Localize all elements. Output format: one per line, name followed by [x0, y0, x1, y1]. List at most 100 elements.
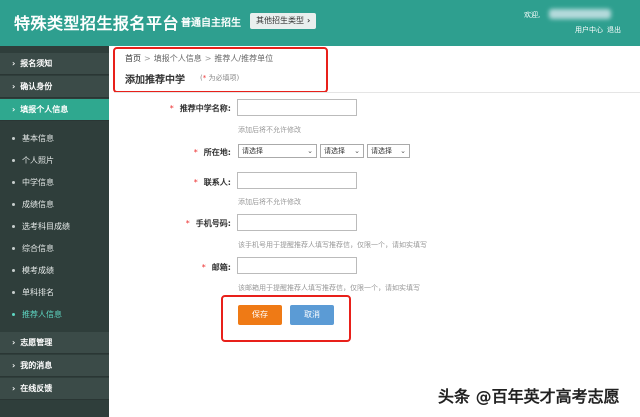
- sidebar-item-basic-info[interactable]: 基本信息: [0, 128, 109, 150]
- required-star: *: [169, 104, 174, 113]
- admission-mode-label: 普通自主招生: [181, 18, 241, 29]
- location-label: * 所在地:: [158, 147, 231, 158]
- contact-label: * 联系人:: [158, 177, 231, 188]
- sidebar-item-label: 个人照片: [22, 156, 54, 165]
- sidebar-group-registration-notice[interactable]: › 报名须知: [0, 53, 109, 75]
- sidebar-group-feedback[interactable]: › 在线反馈: [0, 378, 109, 400]
- divider: [115, 92, 640, 93]
- sidebar-item-label: 模考成绩: [22, 266, 54, 275]
- email-label-text: 邮箱:: [211, 263, 231, 272]
- bullet-icon: [12, 181, 15, 184]
- email-input[interactable]: [237, 257, 357, 274]
- breadcrumb-separator-icon: >: [204, 54, 212, 63]
- top-header: 特殊类型招生报名平台 普通自主招生 其他招生类型 › 欢迎, 用户中心 退出: [0, 0, 640, 46]
- breadcrumb-personal-info[interactable]: 填报个人信息: [154, 54, 202, 63]
- logout-link[interactable]: 退出: [607, 26, 621, 34]
- school-name-label-text: 推荐中学名称:: [179, 104, 231, 113]
- breadcrumb: 首页 > 填报个人信息 > 推荐人/推荐单位: [125, 53, 273, 64]
- sidebar-group-label: 我的消息: [20, 361, 53, 370]
- sidebar-item-elective-scores[interactable]: 选考科目成绩: [0, 216, 109, 238]
- province-select-value: 请选择: [242, 147, 263, 155]
- bullet-icon: [12, 225, 15, 228]
- city-select-value: 请选择: [324, 147, 345, 155]
- required-note-text: 为必填项: [208, 74, 237, 82]
- bullet-icon: [12, 247, 15, 250]
- required-star: *: [193, 178, 198, 187]
- breadcrumb-current: 推荐人/推荐单位: [214, 54, 274, 63]
- app-title: 特殊类型招生报名平台: [14, 14, 180, 33]
- required-star: *: [201, 263, 206, 272]
- watermark-text: 头条 @百年英才高考志愿: [438, 387, 620, 406]
- sidebar-item-photo[interactable]: 个人照片: [0, 150, 109, 172]
- email-hint: 该邮箱用于提醒推荐人填写推荐信，仅限一个，请如实填写: [238, 284, 420, 292]
- sidebar-group-application-management[interactable]: › 志愿管理: [0, 332, 109, 354]
- district-select[interactable]: 请选择 ⌄: [367, 144, 410, 158]
- bullet-icon: [12, 291, 15, 294]
- chevron-down-icon: ⌄: [354, 147, 360, 155]
- other-types-button-label: 其他招生类型: [256, 16, 304, 25]
- province-select[interactable]: 请选择 ⌄: [238, 144, 317, 158]
- school-name-hint: 添加后将不允许修改: [238, 126, 301, 134]
- user-links: 用户中心 退出: [575, 25, 625, 35]
- chevron-down-icon: ⌄: [307, 147, 313, 155]
- location-label-text: 所在地:: [203, 148, 231, 157]
- sidebar-item-general-info[interactable]: 综合信息: [0, 238, 109, 260]
- contact-input[interactable]: [237, 172, 357, 189]
- sidebar-item-label: 基本信息: [22, 134, 54, 143]
- blurred-username: [549, 9, 611, 19]
- city-select[interactable]: 请选择 ⌄: [320, 144, 364, 158]
- school-name-label: * 推荐中学名称:: [158, 103, 231, 114]
- sidebar-item-school-info[interactable]: 中学信息: [0, 172, 109, 194]
- chevron-right-icon: ›: [12, 82, 16, 91]
- contact-hint: 添加后将不允许修改: [238, 198, 301, 206]
- breadcrumb-home[interactable]: 首页: [125, 54, 141, 63]
- sidebar-item-label: 单科排名: [22, 288, 54, 297]
- chevron-right-icon: ›: [12, 59, 16, 68]
- chevron-down-icon: ⌄: [400, 147, 406, 155]
- required-star: *: [185, 219, 190, 228]
- email-label: * 邮箱:: [158, 262, 231, 273]
- contact-label-text: 联系人:: [203, 178, 231, 187]
- page-title: 添加推荐中学: [125, 75, 185, 86]
- sidebar-group-label: 确认身份: [20, 82, 53, 91]
- school-name-input[interactable]: [237, 99, 357, 116]
- sidebar-item-label: 选考科目成绩: [22, 222, 70, 231]
- sidebar-item-subject-ranking[interactable]: 单科排名: [0, 282, 109, 304]
- sidebar-group-confirm-identity[interactable]: › 确认身份: [0, 76, 109, 98]
- required-note: (* 为必填项): [200, 74, 240, 82]
- phone-hint: 该手机号用于提醒推荐人填写推荐信，仅限一个，请如实填写: [238, 241, 427, 249]
- sidebar-group-messages[interactable]: › 我的消息: [0, 355, 109, 377]
- sidebar-item-scores[interactable]: 成绩信息: [0, 194, 109, 216]
- other-types-button[interactable]: 其他招生类型 ›: [250, 13, 317, 29]
- user-center-link[interactable]: 用户中心: [575, 26, 603, 34]
- sidebar-item-label: 中学信息: [22, 178, 54, 187]
- bullet-icon: [12, 159, 15, 162]
- cancel-button[interactable]: 取消: [290, 305, 334, 325]
- sidebar-item-label: 成绩信息: [22, 200, 54, 209]
- required-star: *: [193, 148, 198, 157]
- bullet-icon: [12, 313, 15, 316]
- phone-input[interactable]: [237, 214, 357, 231]
- district-select-value: 请选择: [371, 147, 392, 155]
- chevron-right-icon: ›: [12, 361, 16, 370]
- required-star: *: [202, 74, 207, 82]
- sidebar-item-label: 推荐人信息: [22, 310, 62, 319]
- sidebar-group-personal-info[interactable]: › 填报个人信息: [0, 99, 109, 121]
- sidebar: › 报名须知 › 确认身份 › 填报个人信息 基本信息 个人照片 中学信息 成绩信息 …: [0, 46, 109, 417]
- chevron-down-icon: ›: [12, 105, 16, 114]
- phone-label: * 手机号码:: [158, 218, 231, 229]
- chevron-right-icon: ›: [307, 16, 311, 25]
- sidebar-item-recommender-info[interactable]: 推荐人信息: [0, 304, 109, 326]
- sidebar-item-label: 综合信息: [22, 244, 54, 253]
- phone-label-text: 手机号码:: [195, 219, 231, 228]
- sidebar-item-mock-scores[interactable]: 模考成绩: [0, 260, 109, 282]
- welcome-text: 欢迎,: [524, 11, 541, 19]
- chevron-right-icon: ›: [12, 384, 16, 393]
- breadcrumb-separator-icon: >: [144, 54, 151, 63]
- save-button[interactable]: 保存: [238, 305, 282, 325]
- bullet-icon: [12, 269, 15, 272]
- sidebar-group-label: 志愿管理: [20, 338, 53, 347]
- bullet-icon: [12, 137, 15, 140]
- chevron-right-icon: ›: [12, 338, 16, 347]
- bullet-icon: [12, 203, 15, 206]
